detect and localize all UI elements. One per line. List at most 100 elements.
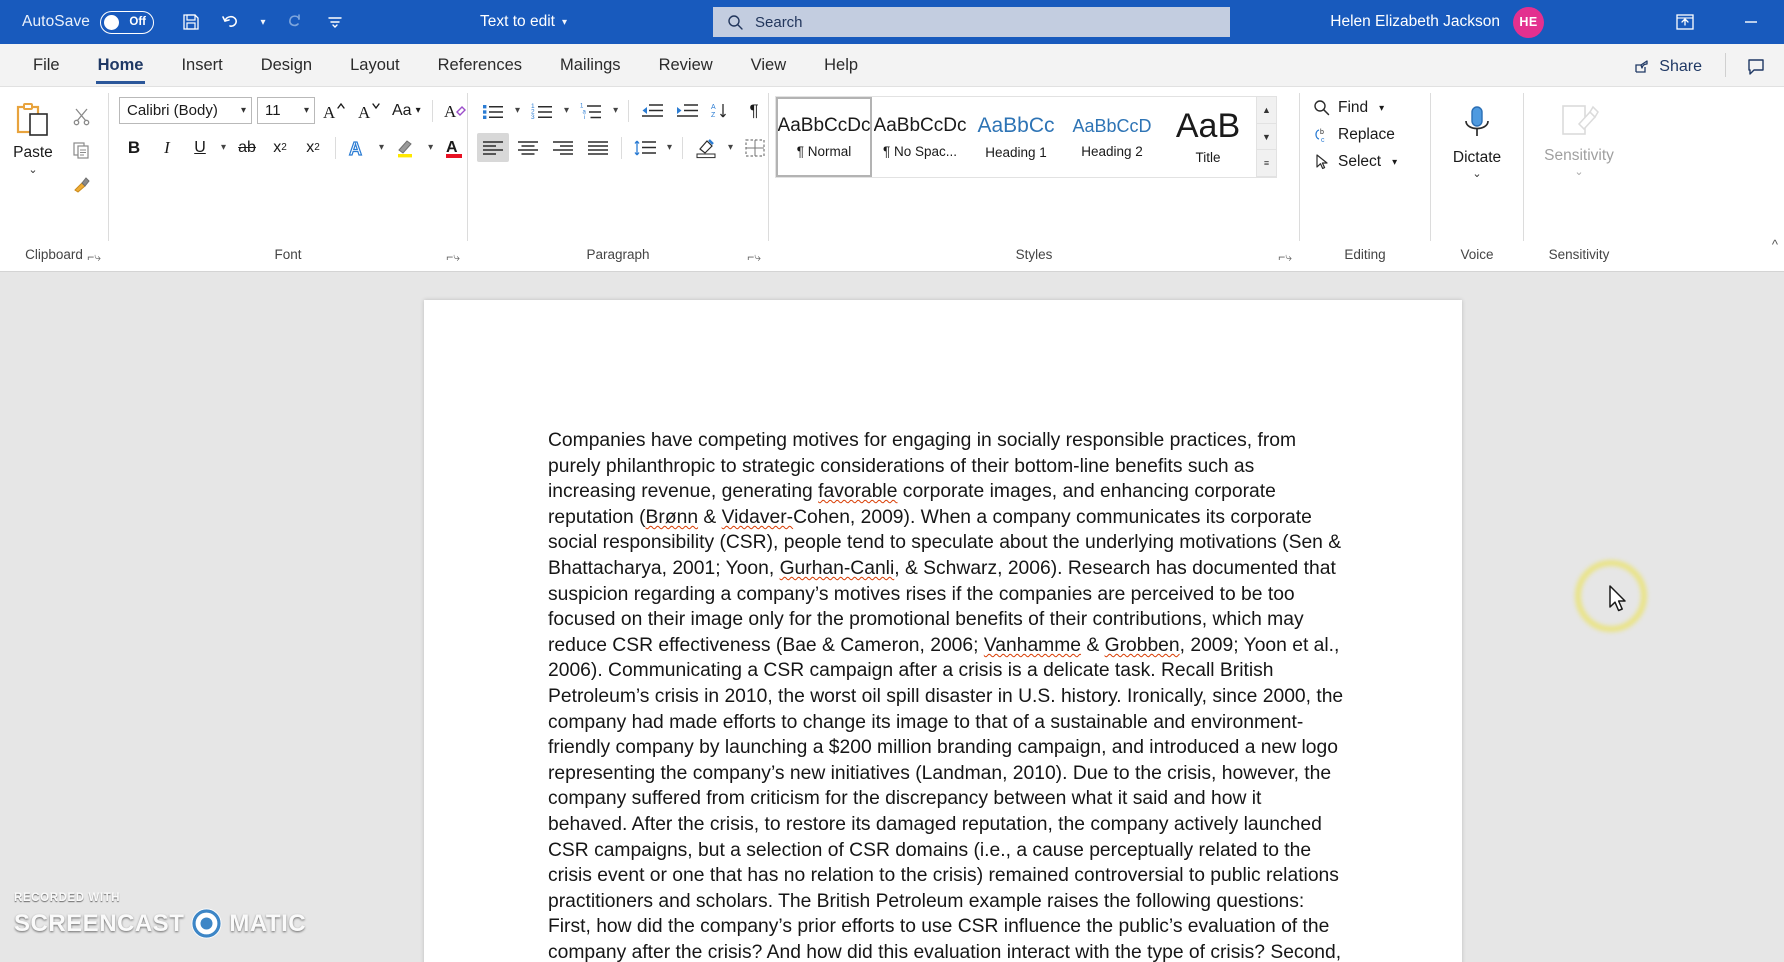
styles-scroll-up-button[interactable]: ▲ (1257, 97, 1276, 124)
styles-more-button[interactable]: ≡ (1257, 150, 1276, 178)
font-name-combo[interactable]: Calibri (Body) ▾ (119, 97, 252, 124)
strikethrough-button[interactable]: ab (232, 133, 262, 162)
shrink-font-button[interactable]: A (353, 96, 385, 125)
styles-dialog-launcher[interactable]: ⌐⤷ (1278, 247, 1292, 267)
align-left-button[interactable] (477, 133, 509, 162)
underline-button[interactable]: U (185, 133, 215, 162)
line-spacing-button[interactable] (629, 133, 661, 162)
tab-home[interactable]: Home (79, 45, 163, 86)
tab-help[interactable]: Help (805, 45, 877, 86)
text-highlight-dropdown-icon[interactable]: ▾ (425, 142, 436, 153)
superscript-button[interactable]: x2 (298, 133, 328, 162)
ribbon-display-options-icon[interactable] (1652, 0, 1718, 44)
sensitivity-group-label: Sensitivity (1548, 247, 1610, 262)
comments-button[interactable] (1736, 52, 1776, 82)
svg-text:b: b (1320, 129, 1324, 136)
underline-dropdown-icon[interactable]: ▾ (218, 142, 229, 153)
avatar[interactable]: HE (1513, 6, 1544, 38)
select-dropdown-icon[interactable]: ▾ (1392, 157, 1397, 168)
replace-button[interactable]: bc Replace (1308, 123, 1402, 147)
tab-mailings[interactable]: Mailings (541, 45, 640, 86)
autosave-control[interactable]: AutoSave Off (22, 10, 155, 34)
share-button[interactable]: Share (1621, 53, 1715, 81)
copy-button[interactable] (66, 136, 96, 164)
tab-view[interactable]: View (732, 45, 805, 86)
style-no-spacing[interactable]: AaBbCcDc ¶ No Spac... (872, 97, 968, 177)
misspelled-word: Vidaver- (721, 506, 794, 528)
text-effects-dropdown-icon[interactable]: ▾ (376, 142, 387, 153)
bullets-button[interactable] (477, 96, 509, 125)
paragraph-dialog-launcher[interactable]: ⌐⤷ (747, 247, 761, 267)
format-painter-button[interactable] (66, 170, 96, 198)
tab-file[interactable]: File (14, 45, 79, 86)
multilevel-list-button[interactable]: 1ai (575, 96, 607, 125)
tab-insert[interactable]: Insert (162, 45, 241, 86)
style-heading-2[interactable]: AaBbCcD Heading 2 (1064, 97, 1160, 177)
tab-review[interactable]: Review (640, 45, 732, 86)
document-text-area[interactable]: Companies have competing motives for eng… (424, 300, 1462, 962)
tab-layout[interactable]: Layout (331, 45, 419, 86)
borders-button[interactable] (739, 133, 771, 162)
font-dialog-launcher[interactable]: ⌐⤷ (446, 247, 460, 267)
align-right-button[interactable] (547, 133, 579, 162)
change-case-button[interactable]: Aa ▾ (388, 96, 425, 125)
minimize-icon[interactable] (1718, 0, 1784, 44)
tab-design[interactable]: Design (242, 45, 331, 86)
undo-icon[interactable] (212, 5, 250, 39)
multilevel-list-dropdown-icon[interactable]: ▾ (610, 105, 621, 116)
save-icon[interactable] (172, 5, 210, 39)
clear-formatting-button[interactable]: A (440, 96, 472, 125)
share-button-label: Share (1659, 58, 1702, 75)
style-title[interactable]: AaB Title (1160, 97, 1256, 177)
find-button[interactable]: Find ▾ (1308, 96, 1402, 120)
shading-dropdown-icon[interactable]: ▾ (725, 142, 736, 153)
quick-access-more-icon[interactable] (316, 5, 354, 39)
sensitivity-button[interactable]: Sensitivity ⌄ (1524, 96, 1634, 178)
shading-button[interactable] (690, 133, 722, 162)
text-highlight-button[interactable] (390, 133, 422, 162)
ribbon-group-paragraph: ▾ 123 ▾ 1ai ▾ A Z ¶ ▾ ▾ Paragraph ⌐⤷ (468, 87, 782, 271)
numbering-button[interactable]: 123 (526, 96, 558, 125)
paste-button[interactable]: Paste ⌄ (0, 96, 66, 176)
text-effects-button[interactable]: A (343, 133, 373, 162)
style-normal[interactable]: AaBbCcDc ¶ Normal (776, 97, 872, 177)
grow-font-button[interactable]: A (318, 96, 350, 125)
numbering-dropdown-icon[interactable]: ▾ (561, 105, 572, 116)
tab-references[interactable]: References (419, 45, 541, 86)
document-page[interactable]: Companies have competing motives for eng… (424, 300, 1462, 962)
select-button[interactable]: Select ▾ (1308, 150, 1402, 174)
increase-indent-button[interactable] (671, 96, 703, 125)
sensitivity-caret-icon[interactable]: ⌄ (1574, 165, 1583, 178)
collapse-ribbon-icon[interactable]: ^ (1772, 237, 1778, 252)
font-color-button[interactable]: A (439, 133, 471, 162)
align-center-button[interactable] (512, 133, 544, 162)
find-dropdown-icon[interactable]: ▾ (1379, 103, 1384, 114)
subscript-button[interactable]: x2 (265, 133, 295, 162)
font-size-combo[interactable]: 11 ▾ (257, 97, 315, 124)
document-title-caret-icon[interactable]: ▾ (562, 17, 567, 28)
styles-scroll-down-button[interactable]: ▼ (1257, 123, 1276, 151)
style-heading-1[interactable]: AaBbCс Heading 1 (968, 97, 1064, 177)
undo-dropdown-icon[interactable]: ▾ (252, 5, 274, 39)
bullets-dropdown-icon[interactable]: ▾ (512, 105, 523, 116)
dictate-caret-icon[interactable]: ⌄ (1472, 167, 1481, 180)
dictate-button[interactable]: Dictate ⌄ (1431, 96, 1523, 180)
clipboard-dialog-launcher[interactable]: ⌐⤷ (87, 247, 101, 267)
document-workspace[interactable]: Companies have competing motives for eng… (0, 272, 1784, 962)
ribbon-group-sensitivity: Sensitivity ⌄ Sensitivity (1524, 87, 1634, 271)
paste-caret-icon[interactable]: ⌄ (28, 163, 37, 176)
decrease-indent-button[interactable] (636, 96, 668, 125)
document-title-area[interactable]: Text to edit ▾ (480, 0, 567, 44)
redo-icon[interactable] (276, 5, 314, 39)
search-input[interactable]: Search (713, 7, 1230, 37)
cut-button[interactable] (66, 102, 96, 130)
italic-button[interactable]: I (152, 133, 182, 162)
justify-button[interactable] (582, 133, 614, 162)
line-spacing-dropdown-icon[interactable]: ▾ (664, 142, 675, 153)
show-formatting-marks-button[interactable]: ¶ (739, 96, 769, 125)
bold-button[interactable]: B (119, 133, 149, 162)
autosave-toggle[interactable]: Off (100, 10, 155, 34)
account-area[interactable]: Helen Elizabeth Jackson HE (1330, 0, 1544, 44)
sort-button[interactable]: AZ (706, 96, 736, 125)
text-highlight-icon (398, 139, 413, 157)
